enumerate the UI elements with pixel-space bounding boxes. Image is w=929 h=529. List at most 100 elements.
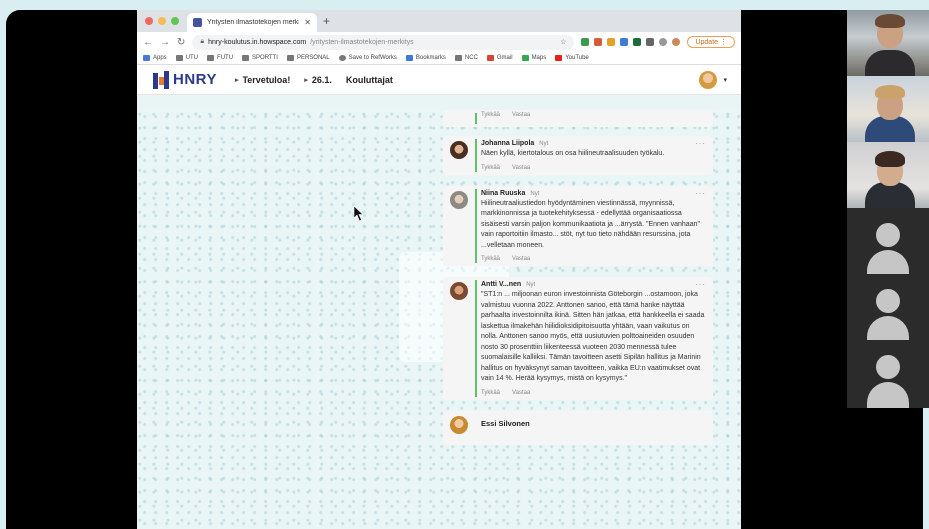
- participant-placeholder-tile[interactable]: [847, 274, 929, 340]
- bookmark-personal[interactable]: PERSONAL: [286, 55, 330, 61]
- reply-button[interactable]: Vastaa: [512, 390, 530, 396]
- refworks-icon: [338, 55, 346, 61]
- tab-title: Yritysten ilmastotekojen merki: [207, 19, 300, 26]
- site-header: HNRY ▸ Tervetuloa! ▸ 26.1. Kouluttajat ▾: [137, 65, 741, 95]
- participant-video-tile[interactable]: [847, 142, 929, 208]
- profile-icon[interactable]: [672, 38, 681, 46]
- bookmark-refworks[interactable]: Save to RefWorks: [338, 55, 397, 61]
- like-button[interactable]: Tykkää: [481, 165, 500, 171]
- comment-card-previous: Tykkää Vastaa: [443, 110, 713, 127]
- bookmark-maps[interactable]: Maps: [521, 55, 546, 61]
- bookmark-label: Save to RefWorks: [348, 55, 397, 61]
- participant-video-tile[interactable]: [847, 10, 929, 76]
- bookmark-futu[interactable]: FUTU: [207, 55, 233, 61]
- comment-actions: Tykkää Vastaa: [481, 112, 707, 118]
- bookmark-label: UTU: [185, 55, 199, 61]
- reload-icon[interactable]: ↻: [177, 37, 185, 48]
- new-tab-icon[interactable]: +: [323, 14, 330, 28]
- back-icon[interactable]: ←: [143, 37, 153, 48]
- nav-label: 26.1.: [311, 74, 332, 85]
- like-button[interactable]: Tykkää: [481, 256, 500, 262]
- folder-icon: [207, 55, 215, 61]
- commenter-avatar[interactable]: [450, 415, 468, 434]
- puzzle-extensions-icon[interactable]: [659, 38, 668, 46]
- bookmark-label: NCC: [464, 55, 478, 61]
- maximize-window-icon[interactable]: [171, 17, 179, 25]
- bookmarks-bar: Apps UTU FUTU SPORTTI PERSONAL Save to R…: [137, 52, 741, 65]
- comment-header: Johanna Liipola Nyt: [481, 140, 707, 147]
- comment-body: Hiilineutraaliustiedon hyödyntäminen vie…: [481, 199, 700, 249]
- extension-icon[interactable]: [594, 38, 603, 46]
- bookmark-youtube[interactable]: YouTube: [555, 55, 589, 61]
- like-button[interactable]: Tykkää: [481, 112, 500, 118]
- close-window-icon[interactable]: [145, 17, 153, 25]
- bookmark-sportti[interactable]: SPORTTI: [242, 55, 278, 61]
- star-icon: [405, 55, 413, 61]
- nav-tervetuloa[interactable]: ▸ Tervetuloa!: [235, 75, 290, 85]
- youtube-icon: [555, 55, 563, 61]
- commenter-avatar[interactable]: [450, 141, 468, 159]
- comment-feed: Tykkää Vastaa ··· Johanna Liipola Nyt Nä…: [443, 110, 713, 445]
- close-tab-icon[interactable]: ✕: [304, 18, 311, 27]
- page-content: Tykkää Vastaa ··· Johanna Liipola Nyt Nä…: [137, 110, 741, 529]
- comment-actions: Tykkää Vastaa: [481, 390, 707, 396]
- commenter-avatar[interactable]: [450, 190, 468, 209]
- chevron-right-icon: ▸: [304, 76, 308, 84]
- extension-icon[interactable]: [633, 38, 642, 46]
- url-host: hnry-koulutus.in.howspace.com: [208, 38, 307, 46]
- comment-time: Nyt: [530, 190, 540, 197]
- star-bookmark-icon[interactable]: ☆: [560, 38, 566, 46]
- chevron-down-icon[interactable]: ▾: [723, 76, 727, 84]
- lock-icon: 🔒︎: [200, 38, 205, 45]
- reply-button[interactable]: Vastaa: [512, 112, 530, 118]
- more-options-icon[interactable]: ···: [695, 280, 706, 289]
- bookmark-label: PERSONAL: [296, 55, 330, 61]
- bookmark-bookmarks[interactable]: Bookmarks: [405, 55, 446, 61]
- participant-video-tile[interactable]: [847, 76, 929, 142]
- comment-card: ··· Johanna Liipola Nyt Näen kyllä, kier…: [443, 136, 713, 175]
- bookmark-apps[interactable]: Apps: [143, 55, 167, 61]
- user-avatar[interactable]: [699, 71, 717, 89]
- comment-indicator-bar: [475, 113, 477, 124]
- commenter-avatar[interactable]: [450, 282, 468, 300]
- comment-author[interactable]: Essi Silvonen: [481, 419, 530, 428]
- folder-icon: [286, 55, 294, 61]
- like-button[interactable]: Tykkää: [481, 390, 500, 396]
- extension-icon[interactable]: [607, 38, 616, 46]
- nav-26-1[interactable]: ▸ 26.1.: [304, 75, 332, 85]
- participant-placeholder-tile[interactable]: [847, 340, 929, 408]
- more-options-icon[interactable]: ···: [695, 189, 706, 198]
- bookmark-gmail[interactable]: Gmail: [486, 55, 513, 61]
- tab-strip: Yritysten ilmastotekojen merki ✕ +: [137, 10, 741, 32]
- bookmark-label: Bookmarks: [415, 55, 446, 61]
- minimize-window-icon[interactable]: [158, 17, 166, 25]
- comment-indicator-bar: [475, 280, 477, 397]
- comment-author[interactable]: Antti V...nen: [481, 281, 521, 288]
- bookmark-ncc[interactable]: NCC: [454, 55, 478, 61]
- address-bar[interactable]: 🔒︎ hnry-koulutus.in.howspace.com/yrityst…: [192, 34, 575, 50]
- reply-button[interactable]: Vastaa: [512, 256, 530, 262]
- forward-icon[interactable]: →: [160, 37, 170, 48]
- gmail-icon: [486, 55, 494, 61]
- participant-panel: [847, 10, 929, 408]
- comment-header: Antti V...nen Nyt: [481, 281, 707, 288]
- browser-tab-active[interactable]: Yritysten ilmastotekojen merki ✕: [187, 13, 317, 32]
- participant-placeholder-tile[interactable]: [847, 208, 929, 274]
- extension-icon[interactable]: [620, 38, 629, 46]
- comment-body: "ST1:n ... miljoonan euron investoinnist…: [481, 291, 705, 382]
- comment-card: Essi Silvonen: [443, 410, 713, 445]
- bookmark-utu[interactable]: UTU: [175, 55, 199, 61]
- comment-author[interactable]: Niina Ruuska: [481, 190, 525, 197]
- comment-card: ··· Niina Ruuska Nyt Hiilineutraaliustie…: [443, 185, 713, 266]
- comment-header: Niina Ruuska Nyt: [481, 190, 707, 197]
- more-options-icon[interactable]: ···: [695, 139, 706, 148]
- hnry-logo[interactable]: HNRY: [153, 70, 217, 89]
- comment-author[interactable]: Johanna Liipola: [481, 140, 534, 147]
- maps-icon: [521, 55, 529, 61]
- update-button[interactable]: Update ⋮: [687, 36, 735, 48]
- nav-kouluttajat[interactable]: Kouluttajat: [346, 75, 393, 85]
- extension-icon[interactable]: [581, 38, 590, 46]
- extension-icon[interactable]: [646, 38, 655, 46]
- reply-button[interactable]: Vastaa: [512, 165, 530, 171]
- extension-icons: [581, 38, 681, 46]
